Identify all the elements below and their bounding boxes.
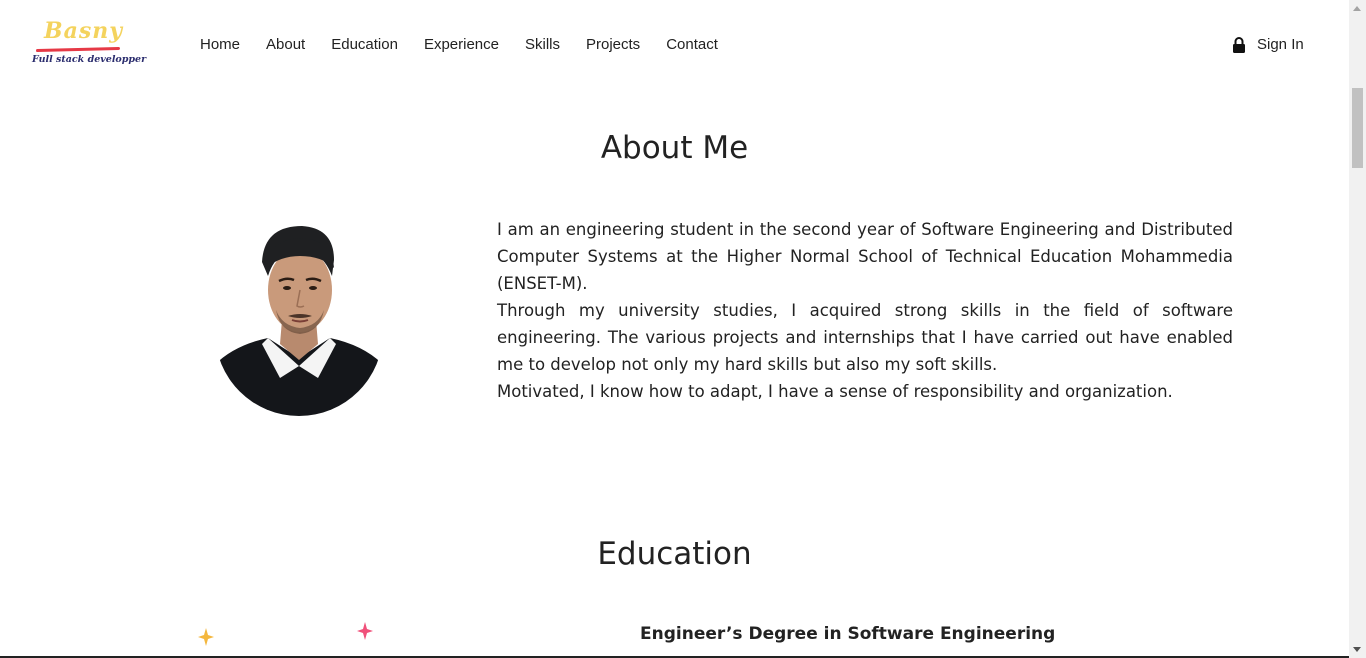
about-title: About Me: [600, 130, 749, 166]
main-nav: Home About Education Experience Skills P…: [200, 35, 744, 55]
lock-icon: [1233, 37, 1245, 53]
profile-photo: [215, 226, 383, 416]
education-title: Education: [597, 536, 752, 572]
nav-item-home[interactable]: Home: [200, 35, 240, 55]
about-paragraph: I am an engineering student in the secon…: [497, 220, 1233, 293]
education-degree: Engineer’s Degree in Software Engineerin…: [640, 624, 1056, 644]
nav-item-about[interactable]: About: [266, 35, 305, 55]
scroll-up-icon[interactable]: [1353, 6, 1361, 11]
logo-name: Basny: [44, 18, 124, 44]
page-scrollbar[interactable]: [1349, 0, 1366, 658]
nav-item-skills[interactable]: Skills: [525, 35, 560, 55]
scroll-thumb[interactable]: [1352, 88, 1363, 168]
sparkle-icon: [357, 622, 373, 640]
sparkle-icon: [198, 628, 214, 646]
sign-in-label: Sign In: [1257, 36, 1304, 53]
site-header: Basny Full stack developper Home About E…: [0, 0, 1349, 90]
nav-item-projects[interactable]: Projects: [586, 35, 640, 55]
portfolio-page: Basny Full stack developper Home About E…: [0, 0, 1366, 658]
nav-item-contact[interactable]: Contact: [666, 35, 718, 55]
logo-tagline: Full stack developper: [32, 54, 147, 65]
nav-item-education[interactable]: Education: [331, 35, 398, 55]
about-paragraph: Through my university studies, I acquire…: [497, 301, 1233, 374]
about-description: I am an engineering student in the secon…: [497, 216, 1233, 405]
logo[interactable]: Basny Full stack developper: [32, 18, 146, 70]
sign-in-button[interactable]: Sign In: [1232, 35, 1304, 55]
about-paragraph: Motivated, I know how to adapt, I have a…: [497, 382, 1173, 401]
scroll-down-icon[interactable]: [1353, 647, 1361, 652]
logo-underline: [35, 46, 121, 53]
nav-item-experience[interactable]: Experience: [424, 35, 499, 55]
